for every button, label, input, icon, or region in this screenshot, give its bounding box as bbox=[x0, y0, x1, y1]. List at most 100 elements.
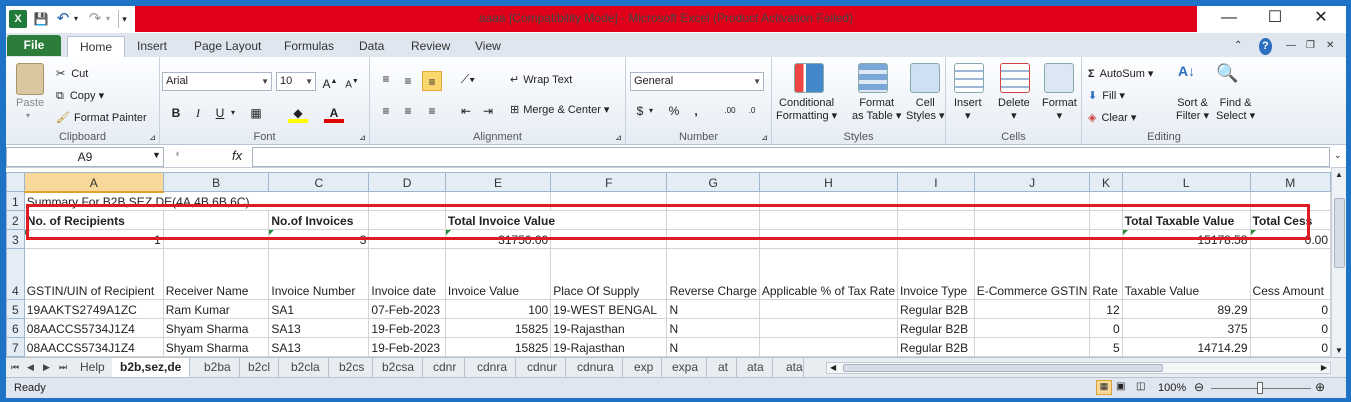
paste-dropdown-icon[interactable]: ▾ bbox=[26, 111, 30, 120]
workbook-minimize-icon[interactable]: — bbox=[1286, 36, 1296, 57]
total-taxable-value-label[interactable]: Total Taxable Value bbox=[1121, 210, 1251, 230]
sheet-tab-b2cs[interactable]: b2cs bbox=[331, 358, 374, 377]
cut-button[interactable]: ✂ Cut bbox=[56, 67, 88, 80]
cell[interactable] bbox=[666, 191, 760, 211]
cell[interactable] bbox=[1249, 191, 1331, 211]
select-all-corner[interactable] bbox=[6, 172, 25, 192]
cell[interactable] bbox=[1089, 210, 1123, 230]
column-header-i[interactable]: I bbox=[897, 172, 975, 192]
column-header-m[interactable]: M bbox=[1249, 172, 1331, 192]
format-as-table-button[interactable]: Format as Table ▾ bbox=[852, 97, 901, 123]
horizontal-scrollbar[interactable]: ◀ ▶ bbox=[826, 362, 1331, 374]
font-launcher-icon[interactable]: ⊿ bbox=[359, 133, 366, 142]
header-ecommerce-gstin[interactable]: E-Commerce GSTIN bbox=[973, 248, 1091, 300]
cell-rate[interactable]: 12 bbox=[1089, 299, 1123, 319]
sheet-tab-b2cl[interactable]: b2cl bbox=[240, 358, 280, 377]
cell[interactable] bbox=[666, 229, 760, 249]
align-right-icon[interactable]: ≡ bbox=[422, 101, 442, 121]
header-invoice-type[interactable]: Invoice Type bbox=[897, 248, 975, 300]
decrease-decimal-icon[interactable]: .0 bbox=[742, 101, 762, 121]
cell-receiver-name[interactable]: Shyam Sharma bbox=[162, 337, 270, 357]
header-place-of-supply[interactable]: Place Of Supply bbox=[550, 248, 668, 300]
summary-title-cell[interactable]: Summary For B2B,SEZ,DE(4A,4B,6B,6C) bbox=[23, 191, 370, 211]
header-applicable-tax-rate[interactable]: Applicable % of Tax Rate bbox=[758, 248, 899, 300]
cell-reverse-charge[interactable]: N bbox=[666, 318, 760, 338]
scroll-down-icon[interactable]: ▼ bbox=[1335, 346, 1343, 355]
tab-review[interactable]: Review bbox=[399, 36, 462, 57]
page-layout-view-icon[interactable]: ▣ bbox=[1116, 381, 1125, 392]
header-taxable-value[interactable]: Taxable Value bbox=[1121, 248, 1251, 300]
sheet-tab-b2cla[interactable]: b2cla bbox=[283, 358, 329, 377]
cell[interactable] bbox=[897, 229, 975, 249]
cell[interactable] bbox=[368, 191, 446, 211]
cell[interactable] bbox=[973, 191, 1091, 211]
header-invoice-date[interactable]: Invoice date bbox=[368, 248, 446, 300]
total-taxable-value[interactable]: 15178.58 bbox=[1121, 229, 1251, 249]
header-cess-amount[interactable]: Cess Amount bbox=[1249, 248, 1331, 300]
cell-taxable-value[interactable]: 89.29 bbox=[1121, 299, 1251, 319]
cell-rate[interactable]: 5 bbox=[1089, 337, 1123, 357]
cell[interactable] bbox=[758, 318, 899, 338]
tab-data[interactable]: Data bbox=[347, 36, 396, 57]
column-header-k[interactable]: K bbox=[1089, 172, 1123, 192]
cell-invoice-number[interactable]: SA13 bbox=[268, 337, 370, 357]
zoom-out-icon[interactable]: ⊖ bbox=[1194, 380, 1204, 394]
cell[interactable] bbox=[368, 210, 446, 230]
paste-icon[interactable] bbox=[16, 63, 44, 95]
workbook-close-icon[interactable]: ✕ bbox=[1326, 36, 1334, 57]
sheet-tab-at[interactable]: at bbox=[710, 358, 738, 377]
cell[interactable] bbox=[758, 229, 899, 249]
cell-taxable-value[interactable]: 375 bbox=[1121, 318, 1251, 338]
last-sheet-icon[interactable]: ⏭ bbox=[56, 358, 70, 377]
save-icon[interactable]: 💾 bbox=[32, 10, 50, 28]
paste-button[interactable]: Paste bbox=[16, 97, 44, 109]
autosum-button[interactable]: Σ AutoSum ▾ bbox=[1088, 67, 1153, 80]
row-header[interactable]: 3 bbox=[6, 229, 25, 249]
sheet-tab-cdnura[interactable]: cdnura bbox=[569, 358, 623, 377]
cell-invoice-type[interactable]: Regular B2B bbox=[897, 318, 975, 338]
sheet-tab-cdnra[interactable]: cdnra bbox=[469, 358, 517, 377]
cell-cess-amount[interactable]: 0 bbox=[1249, 299, 1331, 319]
cell-invoice-type[interactable]: Regular B2B bbox=[897, 299, 975, 319]
close-button[interactable]: ✕ bbox=[1298, 6, 1344, 32]
cell-gstin[interactable]: 08AACCS5734J1Z4 bbox=[23, 337, 164, 357]
workbook-restore-icon[interactable]: ❐ bbox=[1306, 36, 1315, 57]
row-header[interactable]: 2 bbox=[6, 210, 25, 230]
clear-button[interactable]: ◈ Clear ▾ bbox=[1088, 111, 1136, 124]
total-invoice-value-label[interactable]: Total Invoice Value bbox=[444, 210, 668, 230]
header-invoice-value[interactable]: Invoice Value bbox=[444, 248, 552, 300]
align-left-icon[interactable]: ≡ bbox=[376, 101, 396, 121]
scroll-up-icon[interactable]: ▲ bbox=[1335, 170, 1343, 179]
cell-invoice-value[interactable]: 15825 bbox=[444, 337, 552, 357]
tab-insert[interactable]: Insert bbox=[125, 36, 179, 57]
column-header-b[interactable]: B bbox=[162, 172, 270, 192]
cell[interactable] bbox=[758, 191, 899, 211]
no-of-invoices-label[interactable]: No.of Invoices bbox=[268, 210, 370, 230]
horizontal-scroll-thumb[interactable] bbox=[843, 364, 1163, 372]
no-of-recipients-value[interactable]: 1 bbox=[23, 229, 164, 249]
header-receiver-name[interactable]: Receiver Name bbox=[162, 248, 270, 300]
row-header[interactable]: 5 bbox=[6, 299, 25, 319]
maximize-button[interactable]: ☐ bbox=[1252, 6, 1298, 32]
no-of-invoices-value[interactable]: 3 bbox=[268, 229, 370, 249]
bold-button[interactable]: B bbox=[166, 103, 186, 123]
number-launcher-icon[interactable]: ⊿ bbox=[761, 133, 768, 142]
scroll-left-icon[interactable]: ◀ bbox=[830, 363, 836, 373]
sheet-tab-atac[interactable]: atac bbox=[778, 358, 804, 377]
find-select-button[interactable]: Find & Select ▾ bbox=[1216, 97, 1255, 123]
total-invoice-value[interactable]: 31750.00 bbox=[444, 229, 552, 249]
tab-formulas[interactable]: Formulas bbox=[272, 36, 346, 57]
borders-icon[interactable]: ▦ bbox=[246, 103, 266, 123]
sheet-tab-expa[interactable]: expa bbox=[664, 358, 708, 377]
cell[interactable] bbox=[444, 191, 552, 211]
header-gstin[interactable]: GSTIN/UIN of Recipient bbox=[23, 248, 164, 300]
row-header[interactable]: 7 bbox=[6, 337, 25, 357]
cell-receiver-name[interactable]: Shyam Sharma bbox=[162, 318, 270, 338]
sheet-tab-b2ba[interactable]: b2ba bbox=[196, 358, 240, 377]
zoom-slider-thumb[interactable] bbox=[1257, 382, 1263, 394]
zoom-level[interactable]: 100% bbox=[1158, 382, 1186, 394]
header-invoice-number[interactable]: Invoice Number bbox=[268, 248, 370, 300]
increase-indent-icon[interactable]: ⇥ bbox=[478, 101, 498, 121]
redo-icon[interactable]: ↷ bbox=[86, 10, 104, 28]
column-header-a[interactable]: A bbox=[23, 172, 164, 193]
